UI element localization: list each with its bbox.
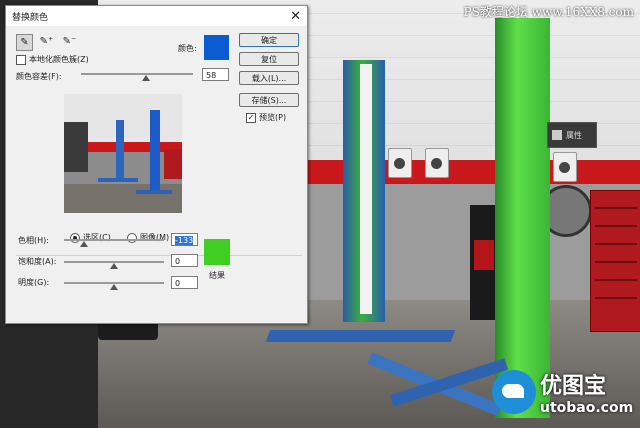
dialog-titlebar: 替换颜色 ✕ xyxy=(6,6,307,26)
watermark-text: PS教程论坛 www.16XX8.com xyxy=(463,5,634,19)
eyedropper-minus-icon[interactable]: ✎⁻ xyxy=(62,34,77,49)
hydraulic-pump xyxy=(470,205,498,320)
eyedropper-icon[interactable]: ✎ xyxy=(16,34,33,51)
lift-arm xyxy=(265,330,456,342)
saturation-input[interactable]: 0 xyxy=(171,254,198,267)
checkbox-box xyxy=(16,54,26,65)
save-button[interactable]: 存储(S)... xyxy=(239,93,299,107)
lightness-slider-thumb[interactable] xyxy=(110,284,118,290)
tool-cabinet xyxy=(590,190,640,332)
site-logo: 优图宝 utobao.com xyxy=(492,368,633,416)
radio-dot xyxy=(127,232,137,243)
eyedropper-plus-icon[interactable]: ✎⁺ xyxy=(39,34,54,49)
hue-input[interactable]: -133 xyxy=(171,233,198,246)
checkbox-box: ✓ xyxy=(246,112,256,123)
hue-slider[interactable] xyxy=(64,239,164,247)
preview-checkbox[interactable]: ✓ 预览(P) xyxy=(246,112,286,123)
lightness-input[interactable]: 0 xyxy=(171,276,198,289)
result-swatch[interactable] xyxy=(204,239,230,265)
dialog-title: 替换颜色 xyxy=(12,12,49,23)
hue-slider-thumb[interactable] xyxy=(80,241,88,247)
selection-preview xyxy=(64,94,182,213)
color-label: 颜色: xyxy=(178,44,197,53)
bird-logo-icon xyxy=(492,370,536,414)
divider xyxy=(16,255,302,256)
load-button[interactable]: 载入(L)... xyxy=(239,71,299,85)
fuzziness-slider-thumb[interactable] xyxy=(141,75,150,81)
image-radio[interactable]: 图像(M) xyxy=(127,232,169,243)
hue-value: -133 xyxy=(175,236,194,245)
logo-text-en: utobao.com xyxy=(540,400,634,416)
speaker xyxy=(553,152,577,182)
saturation-slider-thumb[interactable] xyxy=(110,263,118,269)
lift-post-inner xyxy=(360,64,372,314)
localized-clusters-label: 本地化颜色簇(Z) xyxy=(29,55,89,64)
saturation-label: 饱和度(A): xyxy=(18,257,57,266)
hue-label: 色相(H): xyxy=(18,236,49,245)
reset-button[interactable]: 复位 xyxy=(239,52,299,66)
replace-color-dialog: 替换颜色 ✕ ✎ ✎⁺ ✎⁻ 本地化颜色簇(Z) 颜色: 颜色容差(F): 58… xyxy=(5,5,308,324)
fuzziness-label: 颜色容差(F): xyxy=(16,72,62,81)
speaker xyxy=(425,148,449,178)
result-label: 结果 xyxy=(209,271,225,280)
lightness-slider[interactable] xyxy=(64,282,164,290)
fuzziness-slider[interactable] xyxy=(81,73,193,81)
selection-radio[interactable]: 选区(C) xyxy=(70,232,111,243)
close-icon[interactable]: ✕ xyxy=(290,9,301,24)
saturation-slider[interactable] xyxy=(64,261,164,269)
fuzziness-input[interactable]: 58 xyxy=(202,68,229,81)
logo-text-cn: 优图宝 xyxy=(540,374,607,399)
radio-dot xyxy=(70,232,80,243)
preview-label: 预览(P) xyxy=(259,113,287,122)
localized-clusters-checkbox[interactable]: 本地化颜色簇(Z) xyxy=(16,54,89,65)
ok-button[interactable]: 确定 xyxy=(239,33,299,47)
speaker xyxy=(388,148,412,178)
properties-panel-tab[interactable]: 属性 xyxy=(547,122,597,148)
lightness-label: 明度(G): xyxy=(18,278,50,287)
properties-label: 属性 xyxy=(566,130,582,140)
color-swatch[interactable] xyxy=(204,35,229,60)
properties-icon xyxy=(552,130,562,140)
